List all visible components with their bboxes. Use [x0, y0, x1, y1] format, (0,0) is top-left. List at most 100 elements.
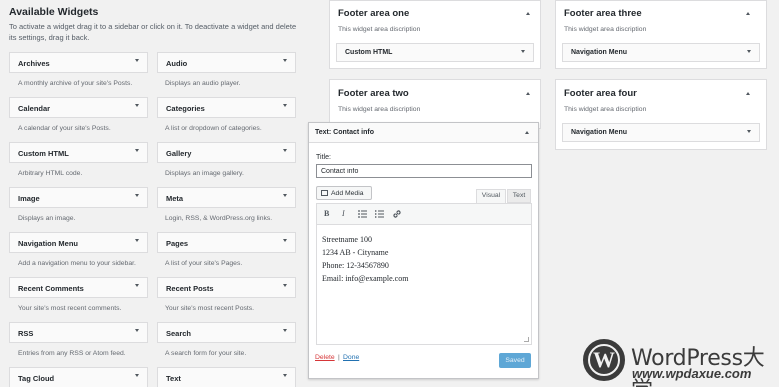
widget-description: Arbitrary HTML code. [18, 170, 83, 177]
chevron-down-icon[interactable] [747, 50, 751, 53]
widget-categories[interactable]: Categories [157, 97, 296, 118]
footer-area-four: Footer area four This widget area discri… [555, 79, 767, 150]
editor-header[interactable]: Text: Contact info [309, 123, 538, 143]
widget-description: A list or dropdown of categories. [165, 125, 262, 132]
footer-area-one: Footer area one This widget area discrip… [329, 0, 541, 69]
bullet-list-icon[interactable] [358, 210, 367, 218]
chevron-down-icon[interactable] [283, 239, 287, 242]
link-icon[interactable] [392, 209, 402, 219]
chevron-down-icon[interactable] [283, 194, 287, 197]
title-input[interactable] [316, 164, 532, 178]
widget-description: Displays an image. [18, 215, 76, 222]
chevron-down-icon[interactable] [135, 284, 139, 287]
widget-label: Meta [166, 194, 184, 203]
delete-link[interactable]: Delete [315, 354, 335, 361]
widget-description: Entries from any RSS or Atom feed. [18, 350, 126, 357]
widget-custom-html[interactable]: Custom HTML [9, 142, 148, 163]
widget-description: A calendar of your site's Posts. [18, 125, 111, 132]
chevron-down-icon[interactable] [135, 374, 139, 377]
chevron-down-icon[interactable] [135, 59, 139, 62]
chevron-down-icon[interactable] [135, 239, 139, 242]
chevron-down-icon[interactable] [521, 50, 525, 53]
numbered-list-icon[interactable] [375, 210, 384, 218]
widget-meta[interactable]: Meta [157, 187, 296, 208]
chevron-down-icon[interactable] [283, 59, 287, 62]
chevron-down-icon[interactable] [283, 284, 287, 287]
widget-text[interactable]: Text [157, 367, 296, 387]
widget-label: Custom HTML [18, 149, 69, 158]
widget-rss[interactable]: RSS [9, 322, 148, 343]
chevron-up-icon[interactable] [526, 92, 530, 95]
widget-recent-comments[interactable]: Recent Comments [9, 277, 148, 298]
widget-label: Audio [166, 59, 188, 68]
chevron-up-icon[interactable] [746, 12, 750, 15]
widget-label: Image [18, 194, 40, 203]
chevron-down-icon[interactable] [283, 149, 287, 152]
title-label: Title: [316, 154, 331, 161]
chevron-up-icon[interactable] [526, 12, 530, 15]
bold-button[interactable]: B [324, 209, 329, 218]
editor-content[interactable]: Streetname 100 1234 AB - Cityname Phone:… [316, 225, 532, 345]
tab-text[interactable]: Text [507, 189, 531, 203]
area-title[interactable]: Footer area four [564, 88, 637, 99]
widget-audio[interactable]: Audio [157, 52, 296, 73]
widget-search[interactable]: Search [157, 322, 296, 343]
chevron-up-icon[interactable] [525, 131, 529, 134]
area-title[interactable]: Footer area three [564, 8, 642, 19]
area-description: This widget area discription [338, 26, 421, 33]
widget-image[interactable]: Image [9, 187, 148, 208]
area-title[interactable]: Footer area one [338, 8, 409, 19]
tab-visual[interactable]: Visual [476, 189, 506, 203]
content-line: 1234 AB - Cityname [322, 248, 389, 257]
widget-label: RSS [18, 329, 34, 338]
area-title[interactable]: Footer area two [338, 88, 409, 99]
done-link[interactable]: Done [343, 354, 359, 361]
area-description: This widget area discription [564, 106, 647, 113]
widget-label: Recent Comments [18, 284, 84, 293]
widget-description: Displays an image gallery. [165, 170, 244, 177]
footer-area-three: Footer area three This widget area discr… [555, 0, 767, 69]
add-media-button[interactable]: Add Media [316, 186, 372, 200]
widget-label: Navigation Menu [571, 129, 628, 136]
widget-tag-cloud[interactable]: Tag Cloud [9, 367, 148, 387]
logo-letter: W [588, 344, 620, 376]
chevron-down-icon[interactable] [283, 104, 287, 107]
link-separator: | [338, 354, 340, 361]
widget-navigation-menu[interactable]: Navigation Menu [9, 232, 148, 253]
widget-description: Displays an audio player. [165, 80, 241, 87]
available-widgets-title: Available Widgets [9, 6, 99, 18]
available-widgets-description: To activate a widget drag it to a sideba… [9, 22, 297, 42]
add-media-label: Add Media [331, 190, 364, 197]
chevron-down-icon[interactable] [135, 194, 139, 197]
chevron-down-icon[interactable] [283, 374, 287, 377]
area-description: This widget area discription [338, 106, 421, 113]
editor-title: Text: Contact info [315, 129, 374, 136]
area-widget-navigation-menu[interactable]: Navigation Menu [562, 123, 760, 142]
resize-handle[interactable] [524, 337, 529, 342]
chevron-up-icon[interactable] [746, 92, 750, 95]
widget-description: A monthly archive of your site's Posts. [18, 80, 133, 87]
chevron-down-icon[interactable] [283, 329, 287, 332]
widget-label: Text [166, 374, 181, 383]
widget-calendar[interactable]: Calendar [9, 97, 148, 118]
widget-description: Add a navigation menu to your sidebar. [18, 260, 136, 267]
widget-pages[interactable]: Pages [157, 232, 296, 253]
widget-label: Custom HTML [345, 49, 393, 56]
area-widget-custom-html[interactable]: Custom HTML [336, 43, 534, 62]
chevron-down-icon[interactable] [135, 329, 139, 332]
widget-label: Pages [166, 239, 189, 248]
saved-button[interactable]: Saved [499, 353, 531, 368]
widget-archives[interactable]: Archives [9, 52, 148, 73]
italic-button[interactable]: I [342, 209, 345, 218]
widget-description: A search form for your site. [165, 350, 247, 357]
chevron-down-icon[interactable] [747, 130, 751, 133]
media-icon [321, 190, 328, 196]
widget-recent-posts[interactable]: Recent Posts [157, 277, 296, 298]
chevron-down-icon[interactable] [135, 104, 139, 107]
watermark-url: www.wpdaxue.com [632, 366, 752, 381]
widget-gallery[interactable]: Gallery [157, 142, 296, 163]
area-widget-navigation-menu[interactable]: Navigation Menu [562, 43, 760, 62]
widget-label: Search [166, 329, 192, 338]
chevron-down-icon[interactable] [135, 149, 139, 152]
area-description: This widget area discription [564, 26, 647, 33]
